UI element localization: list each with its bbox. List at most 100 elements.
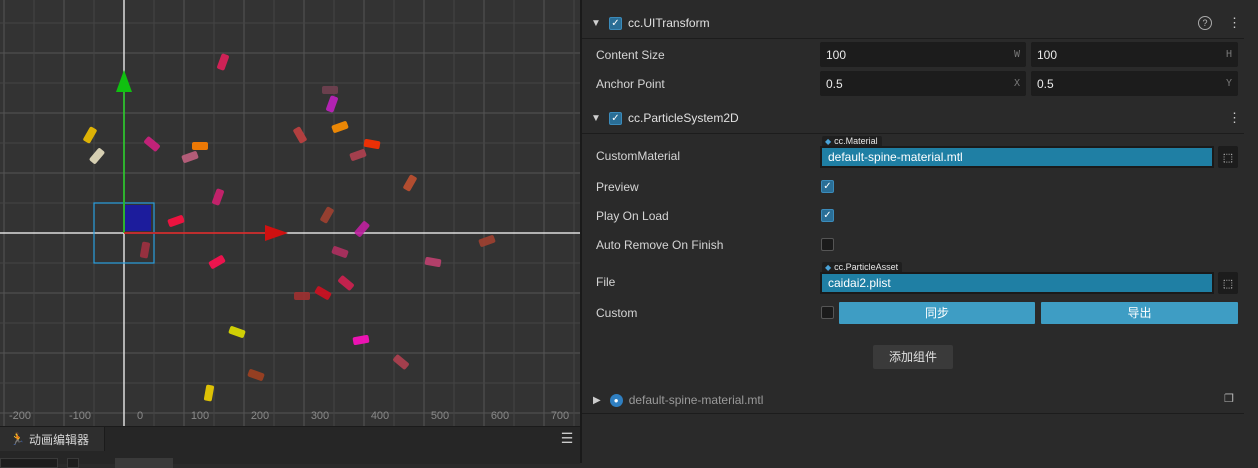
content-size-height-input[interactable]: 100 H [1031,42,1238,67]
particle-streak [217,53,229,71]
particlesystem-enabled-checkbox[interactable]: ✓ [609,111,622,125]
anchor-point-label: Anchor Point [596,77,665,91]
ruler-tick-label: 500 [431,410,449,422]
asset-diamond-icon: ◆ [825,263,832,272]
ruler-tick-label: 400 [371,410,389,422]
content-size-height-value: 100 [1037,47,1058,62]
more-options-icon[interactable]: ⋮ [1228,111,1241,125]
uitransform-title: cc.UITransform [628,16,710,30]
asset-picker-icon[interactable]: ⬚ [1218,146,1238,168]
anchor-x-input[interactable]: 0.5 X [820,71,1026,96]
file-asset-field: ◆ cc.ParticleAsset caidai2.plist ⬚ [820,262,1238,296]
particle-streak [352,334,370,346]
particle-streak [208,255,226,269]
anchor-y-input[interactable]: 0.5 Y [1031,71,1238,96]
ruler-tick-label: -100 [69,410,91,422]
content-size-width-input[interactable]: 100 W [820,42,1026,67]
particle-streak [393,354,409,370]
custom-material-type: cc.Material [834,136,878,146]
particle-streak [139,241,151,259]
auto-remove-label: Auto Remove On Finish [596,238,724,252]
animation-toolbar-checkbox[interactable] [67,458,79,468]
chevron-right-icon[interactable]: ▶ [593,395,601,406]
auto-remove-checkbox[interactable] [821,238,834,251]
ruler-tick-label: 100 [191,410,209,422]
ruler-tick-label: 0 [137,410,143,422]
particle-streak [293,126,307,144]
height-axis-label: H [1225,49,1232,60]
more-options-icon[interactable]: ⋮ [1228,16,1241,30]
particle-streak [326,95,338,113]
custom-material-asset-field: ◆ cc.Material default-spine-material.mtl … [820,136,1238,170]
hamburger-icon[interactable]: ☰ [560,431,574,445]
particle-streak [478,235,496,247]
x-axis-gizmo-arrow-icon[interactable] [265,225,288,241]
inspector-panel: ▼ ✓ cc.UITransform ? ⋮ Content Size 100 … [582,0,1258,463]
particle-streak [424,256,442,268]
width-axis-label: W [1013,49,1020,60]
particle-streak [322,86,338,94]
tab-animation-editor[interactable]: 🏃 动画编辑器 [0,427,105,451]
uitransform-enabled-checkbox[interactable]: ✓ [609,16,622,30]
ruler-tick-label: -200 [9,410,31,422]
particle-streak [363,138,381,150]
animation-toolbar-dropdown[interactable] [115,458,173,468]
export-button[interactable]: 导出 [1041,302,1238,324]
animation-toolbar [0,452,580,468]
custom-label: Custom [596,306,638,320]
scene-canvas[interactable]: -200 -100 0 100 200 300 400 500 600 700 [0,0,580,426]
y-axis-label: Y [1225,78,1232,89]
anchor-y-value: 0.5 [1037,76,1054,91]
ruler-tick-label: 300 [311,410,329,422]
chevron-down-icon[interactable]: ▼ [591,18,603,29]
file-input[interactable]: caidai2.plist [820,272,1214,294]
anchor-x-value: 0.5 [826,76,843,91]
particle-streak [338,275,354,291]
help-icon[interactable]: ? [1198,16,1212,30]
asset-diamond-icon: ◆ [825,137,832,146]
custom-material-input[interactable]: default-spine-material.mtl [820,146,1214,168]
play-on-load-label: Play On Load [596,209,669,223]
custom-checkbox[interactable] [821,306,834,319]
y-axis-gizmo-arrow-icon[interactable] [116,70,132,92]
scene-view[interactable]: -200 -100 0 100 200 300 400 500 600 700 [0,0,580,426]
material-icon: ● [609,393,623,407]
uitransform-header[interactable]: ▼ ✓ cc.UITransform ? ⋮ [582,8,1244,39]
file-label: File [596,275,616,289]
file-type: cc.ParticleAsset [834,262,899,272]
chevron-down-icon[interactable]: ▼ [591,113,603,124]
ruler-tick-label: 700 [551,410,569,422]
particle-streak [320,206,334,224]
tab-animation-editor-label: 动画编辑器 [29,432,90,447]
particle-streak [192,142,208,150]
particle-streak [167,215,185,227]
inspector-scrollbar[interactable] [1244,0,1258,463]
play-on-load-checkbox[interactable]: ✓ [821,209,834,222]
sync-button[interactable]: 同步 [839,302,1035,324]
particle-streak [83,126,97,144]
particlesystem-header[interactable]: ▼ ✓ cc.ParticleSystem2D ⋮ [582,103,1244,134]
x-axis-label: X [1013,78,1020,89]
particle-streak [228,326,246,338]
content-size-label: Content Size [596,48,665,62]
preview-checkbox[interactable]: ✓ [821,180,834,193]
add-component-button[interactable]: 添加组件 [873,345,953,369]
copy-icon[interactable]: ❐ [1224,393,1236,405]
asset-picker-icon[interactable]: ⬚ [1218,272,1238,294]
particle-streak [314,286,332,300]
particle-streak [203,384,215,402]
ruler-tick-label: 200 [251,410,269,422]
preview-label: Preview [596,180,639,194]
particle-streak [247,369,265,381]
content-size-width-value: 100 [826,47,847,62]
node-anchor-square[interactable] [125,205,151,231]
animation-editor-panel: 🏃 动画编辑器 ☰ [0,426,580,468]
particle-streak [354,221,370,237]
particle-streak [403,174,417,192]
particlesystem-title: cc.ParticleSystem2D [628,111,739,125]
particle-streak [89,148,105,164]
animation-toolbar-field[interactable] [0,458,58,468]
ruler-tick-label: 600 [491,410,509,422]
material-row[interactable]: ▶ ● default-spine-material.mtl ❐ [582,387,1244,414]
material-row-label: default-spine-material.mtl [628,393,764,407]
